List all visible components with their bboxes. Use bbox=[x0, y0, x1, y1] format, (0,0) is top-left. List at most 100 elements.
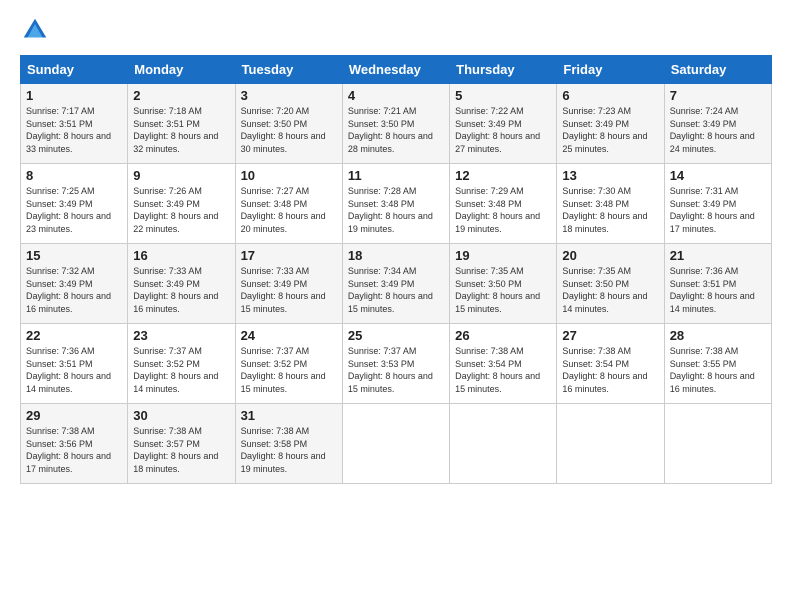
day-cell: 28 Sunrise: 7:38 AM Sunset: 3:55 PM Dayl… bbox=[664, 324, 771, 404]
day-number: 9 bbox=[133, 168, 229, 183]
day-cell bbox=[450, 404, 557, 484]
day-number: 11 bbox=[348, 168, 444, 183]
cell-content: Sunrise: 7:33 AM Sunset: 3:49 PM Dayligh… bbox=[133, 265, 229, 315]
day-number: 12 bbox=[455, 168, 551, 183]
week-row-2: 8 Sunrise: 7:25 AM Sunset: 3:49 PM Dayli… bbox=[21, 164, 772, 244]
day-cell: 16 Sunrise: 7:33 AM Sunset: 3:49 PM Dayl… bbox=[128, 244, 235, 324]
cell-content: Sunrise: 7:38 AM Sunset: 3:58 PM Dayligh… bbox=[241, 425, 337, 475]
day-number: 21 bbox=[670, 248, 766, 263]
cell-content: Sunrise: 7:20 AM Sunset: 3:50 PM Dayligh… bbox=[241, 105, 337, 155]
day-cell: 25 Sunrise: 7:37 AM Sunset: 3:53 PM Dayl… bbox=[342, 324, 449, 404]
calendar-table: SundayMondayTuesdayWednesdayThursdayFrid… bbox=[20, 55, 772, 484]
day-cell: 11 Sunrise: 7:28 AM Sunset: 3:48 PM Dayl… bbox=[342, 164, 449, 244]
cell-content: Sunrise: 7:37 AM Sunset: 3:52 PM Dayligh… bbox=[241, 345, 337, 395]
day-number: 27 bbox=[562, 328, 658, 343]
day-cell: 5 Sunrise: 7:22 AM Sunset: 3:49 PM Dayli… bbox=[450, 84, 557, 164]
week-row-4: 22 Sunrise: 7:36 AM Sunset: 3:51 PM Dayl… bbox=[21, 324, 772, 404]
day-cell: 24 Sunrise: 7:37 AM Sunset: 3:52 PM Dayl… bbox=[235, 324, 342, 404]
day-number: 7 bbox=[670, 88, 766, 103]
day-number: 28 bbox=[670, 328, 766, 343]
day-cell: 14 Sunrise: 7:31 AM Sunset: 3:49 PM Dayl… bbox=[664, 164, 771, 244]
day-cell: 13 Sunrise: 7:30 AM Sunset: 3:48 PM Dayl… bbox=[557, 164, 664, 244]
cell-content: Sunrise: 7:27 AM Sunset: 3:48 PM Dayligh… bbox=[241, 185, 337, 235]
header-cell-saturday: Saturday bbox=[664, 56, 771, 84]
cell-content: Sunrise: 7:36 AM Sunset: 3:51 PM Dayligh… bbox=[670, 265, 766, 315]
day-number: 5 bbox=[455, 88, 551, 103]
day-cell: 3 Sunrise: 7:20 AM Sunset: 3:50 PM Dayli… bbox=[235, 84, 342, 164]
day-cell: 15 Sunrise: 7:32 AM Sunset: 3:49 PM Dayl… bbox=[21, 244, 128, 324]
day-number: 24 bbox=[241, 328, 337, 343]
day-cell: 22 Sunrise: 7:36 AM Sunset: 3:51 PM Dayl… bbox=[21, 324, 128, 404]
day-number: 3 bbox=[241, 88, 337, 103]
day-cell: 31 Sunrise: 7:38 AM Sunset: 3:58 PM Dayl… bbox=[235, 404, 342, 484]
day-number: 2 bbox=[133, 88, 229, 103]
day-cell: 26 Sunrise: 7:38 AM Sunset: 3:54 PM Dayl… bbox=[450, 324, 557, 404]
day-cell: 30 Sunrise: 7:38 AM Sunset: 3:57 PM Dayl… bbox=[128, 404, 235, 484]
cell-content: Sunrise: 7:34 AM Sunset: 3:49 PM Dayligh… bbox=[348, 265, 444, 315]
day-number: 4 bbox=[348, 88, 444, 103]
day-cell: 20 Sunrise: 7:35 AM Sunset: 3:50 PM Dayl… bbox=[557, 244, 664, 324]
logo-icon bbox=[20, 15, 50, 45]
header-cell-friday: Friday bbox=[557, 56, 664, 84]
day-cell: 1 Sunrise: 7:17 AM Sunset: 3:51 PM Dayli… bbox=[21, 84, 128, 164]
cell-content: Sunrise: 7:28 AM Sunset: 3:48 PM Dayligh… bbox=[348, 185, 444, 235]
day-number: 22 bbox=[26, 328, 122, 343]
day-number: 30 bbox=[133, 408, 229, 423]
day-cell: 9 Sunrise: 7:26 AM Sunset: 3:49 PM Dayli… bbox=[128, 164, 235, 244]
day-number: 17 bbox=[241, 248, 337, 263]
day-number: 25 bbox=[348, 328, 444, 343]
day-number: 23 bbox=[133, 328, 229, 343]
cell-content: Sunrise: 7:31 AM Sunset: 3:49 PM Dayligh… bbox=[670, 185, 766, 235]
cell-content: Sunrise: 7:25 AM Sunset: 3:49 PM Dayligh… bbox=[26, 185, 122, 235]
day-cell: 6 Sunrise: 7:23 AM Sunset: 3:49 PM Dayli… bbox=[557, 84, 664, 164]
week-row-5: 29 Sunrise: 7:38 AM Sunset: 3:56 PM Dayl… bbox=[21, 404, 772, 484]
day-number: 29 bbox=[26, 408, 122, 423]
day-cell bbox=[342, 404, 449, 484]
header-cell-wednesday: Wednesday bbox=[342, 56, 449, 84]
cell-content: Sunrise: 7:32 AM Sunset: 3:49 PM Dayligh… bbox=[26, 265, 122, 315]
cell-content: Sunrise: 7:26 AM Sunset: 3:49 PM Dayligh… bbox=[133, 185, 229, 235]
header-cell-monday: Monday bbox=[128, 56, 235, 84]
day-cell: 19 Sunrise: 7:35 AM Sunset: 3:50 PM Dayl… bbox=[450, 244, 557, 324]
cell-content: Sunrise: 7:38 AM Sunset: 3:57 PM Dayligh… bbox=[133, 425, 229, 475]
cell-content: Sunrise: 7:29 AM Sunset: 3:48 PM Dayligh… bbox=[455, 185, 551, 235]
cell-content: Sunrise: 7:24 AM Sunset: 3:49 PM Dayligh… bbox=[670, 105, 766, 155]
day-number: 1 bbox=[26, 88, 122, 103]
cell-content: Sunrise: 7:22 AM Sunset: 3:49 PM Dayligh… bbox=[455, 105, 551, 155]
day-cell bbox=[664, 404, 771, 484]
day-number: 6 bbox=[562, 88, 658, 103]
day-number: 15 bbox=[26, 248, 122, 263]
cell-content: Sunrise: 7:30 AM Sunset: 3:48 PM Dayligh… bbox=[562, 185, 658, 235]
day-number: 18 bbox=[348, 248, 444, 263]
cell-content: Sunrise: 7:38 AM Sunset: 3:56 PM Dayligh… bbox=[26, 425, 122, 475]
cell-content: Sunrise: 7:38 AM Sunset: 3:54 PM Dayligh… bbox=[455, 345, 551, 395]
day-cell: 2 Sunrise: 7:18 AM Sunset: 3:51 PM Dayli… bbox=[128, 84, 235, 164]
cell-content: Sunrise: 7:35 AM Sunset: 3:50 PM Dayligh… bbox=[455, 265, 551, 315]
day-cell: 23 Sunrise: 7:37 AM Sunset: 3:52 PM Dayl… bbox=[128, 324, 235, 404]
day-cell: 10 Sunrise: 7:27 AM Sunset: 3:48 PM Dayl… bbox=[235, 164, 342, 244]
page: SundayMondayTuesdayWednesdayThursdayFrid… bbox=[0, 0, 792, 612]
week-row-1: 1 Sunrise: 7:17 AM Sunset: 3:51 PM Dayli… bbox=[21, 84, 772, 164]
day-number: 13 bbox=[562, 168, 658, 183]
cell-content: Sunrise: 7:36 AM Sunset: 3:51 PM Dayligh… bbox=[26, 345, 122, 395]
day-number: 10 bbox=[241, 168, 337, 183]
week-row-3: 15 Sunrise: 7:32 AM Sunset: 3:49 PM Dayl… bbox=[21, 244, 772, 324]
day-number: 26 bbox=[455, 328, 551, 343]
day-number: 19 bbox=[455, 248, 551, 263]
cell-content: Sunrise: 7:37 AM Sunset: 3:53 PM Dayligh… bbox=[348, 345, 444, 395]
header-row: SundayMondayTuesdayWednesdayThursdayFrid… bbox=[21, 56, 772, 84]
day-number: 8 bbox=[26, 168, 122, 183]
cell-content: Sunrise: 7:33 AM Sunset: 3:49 PM Dayligh… bbox=[241, 265, 337, 315]
day-cell: 29 Sunrise: 7:38 AM Sunset: 3:56 PM Dayl… bbox=[21, 404, 128, 484]
header-cell-thursday: Thursday bbox=[450, 56, 557, 84]
cell-content: Sunrise: 7:38 AM Sunset: 3:55 PM Dayligh… bbox=[670, 345, 766, 395]
day-cell: 7 Sunrise: 7:24 AM Sunset: 3:49 PM Dayli… bbox=[664, 84, 771, 164]
day-cell: 21 Sunrise: 7:36 AM Sunset: 3:51 PM Dayl… bbox=[664, 244, 771, 324]
day-cell bbox=[557, 404, 664, 484]
logo bbox=[20, 15, 54, 45]
day-cell: 4 Sunrise: 7:21 AM Sunset: 3:50 PM Dayli… bbox=[342, 84, 449, 164]
cell-content: Sunrise: 7:21 AM Sunset: 3:50 PM Dayligh… bbox=[348, 105, 444, 155]
day-cell: 12 Sunrise: 7:29 AM Sunset: 3:48 PM Dayl… bbox=[450, 164, 557, 244]
header-cell-sunday: Sunday bbox=[21, 56, 128, 84]
header bbox=[20, 15, 772, 45]
